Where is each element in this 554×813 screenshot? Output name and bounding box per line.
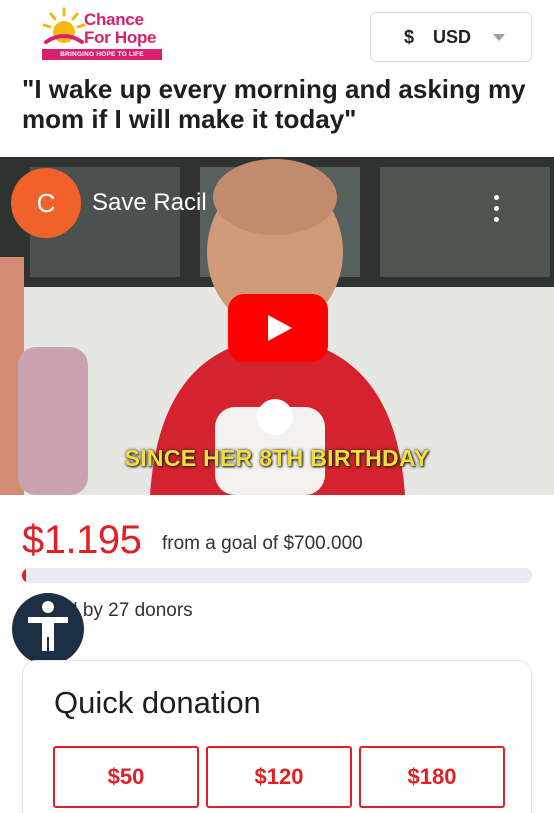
quick-donation-card: Quick donation $50 $120 $180 bbox=[22, 660, 532, 813]
site-header: Chance For Hope BRINGING HOPE TO LIFE $ … bbox=[0, 0, 554, 70]
amount-raised: $1.195 bbox=[22, 518, 142, 562]
play-icon bbox=[268, 315, 292, 341]
logo-tagline: BRINGING HOPE TO LIFE bbox=[42, 49, 162, 60]
sun-heart-icon bbox=[42, 7, 86, 44]
channel-name[interactable]: Save Racil bbox=[92, 189, 207, 217]
logo-text-line2: For Hope bbox=[84, 28, 157, 47]
video-caption: SINCE HER 8TH BIRTHDAY bbox=[124, 445, 430, 471]
currency-selector[interactable]: $ USD bbox=[370, 12, 532, 62]
progress-fill bbox=[22, 568, 26, 583]
accessibility-icon bbox=[28, 601, 68, 651]
chance-for-hope-logo[interactable]: Chance For Hope BRINGING HOPE TO LIFE bbox=[40, 6, 170, 64]
currency-code: USD bbox=[433, 27, 472, 47]
donate-50-button[interactable]: $50 bbox=[53, 746, 199, 808]
more-options-icon[interactable] bbox=[486, 193, 506, 225]
funding-progress-bar bbox=[22, 568, 532, 583]
logo-text-line1: Chance bbox=[84, 10, 144, 29]
goal-text: from a goal of $700.000 bbox=[162, 533, 363, 554]
quick-donation-title: Quick donation bbox=[54, 685, 261, 720]
currency-symbol: $ bbox=[404, 27, 415, 47]
channel-avatar[interactable]: C bbox=[11, 168, 81, 238]
play-button[interactable] bbox=[228, 294, 328, 362]
donate-180-button[interactable]: $180 bbox=[359, 746, 505, 808]
donate-120-button[interactable]: $120 bbox=[206, 746, 352, 808]
campaign-title: "I wake up every morning and asking my m… bbox=[22, 74, 526, 134]
chevron-down-icon bbox=[493, 34, 505, 41]
accessibility-button[interactable] bbox=[12, 593, 84, 665]
